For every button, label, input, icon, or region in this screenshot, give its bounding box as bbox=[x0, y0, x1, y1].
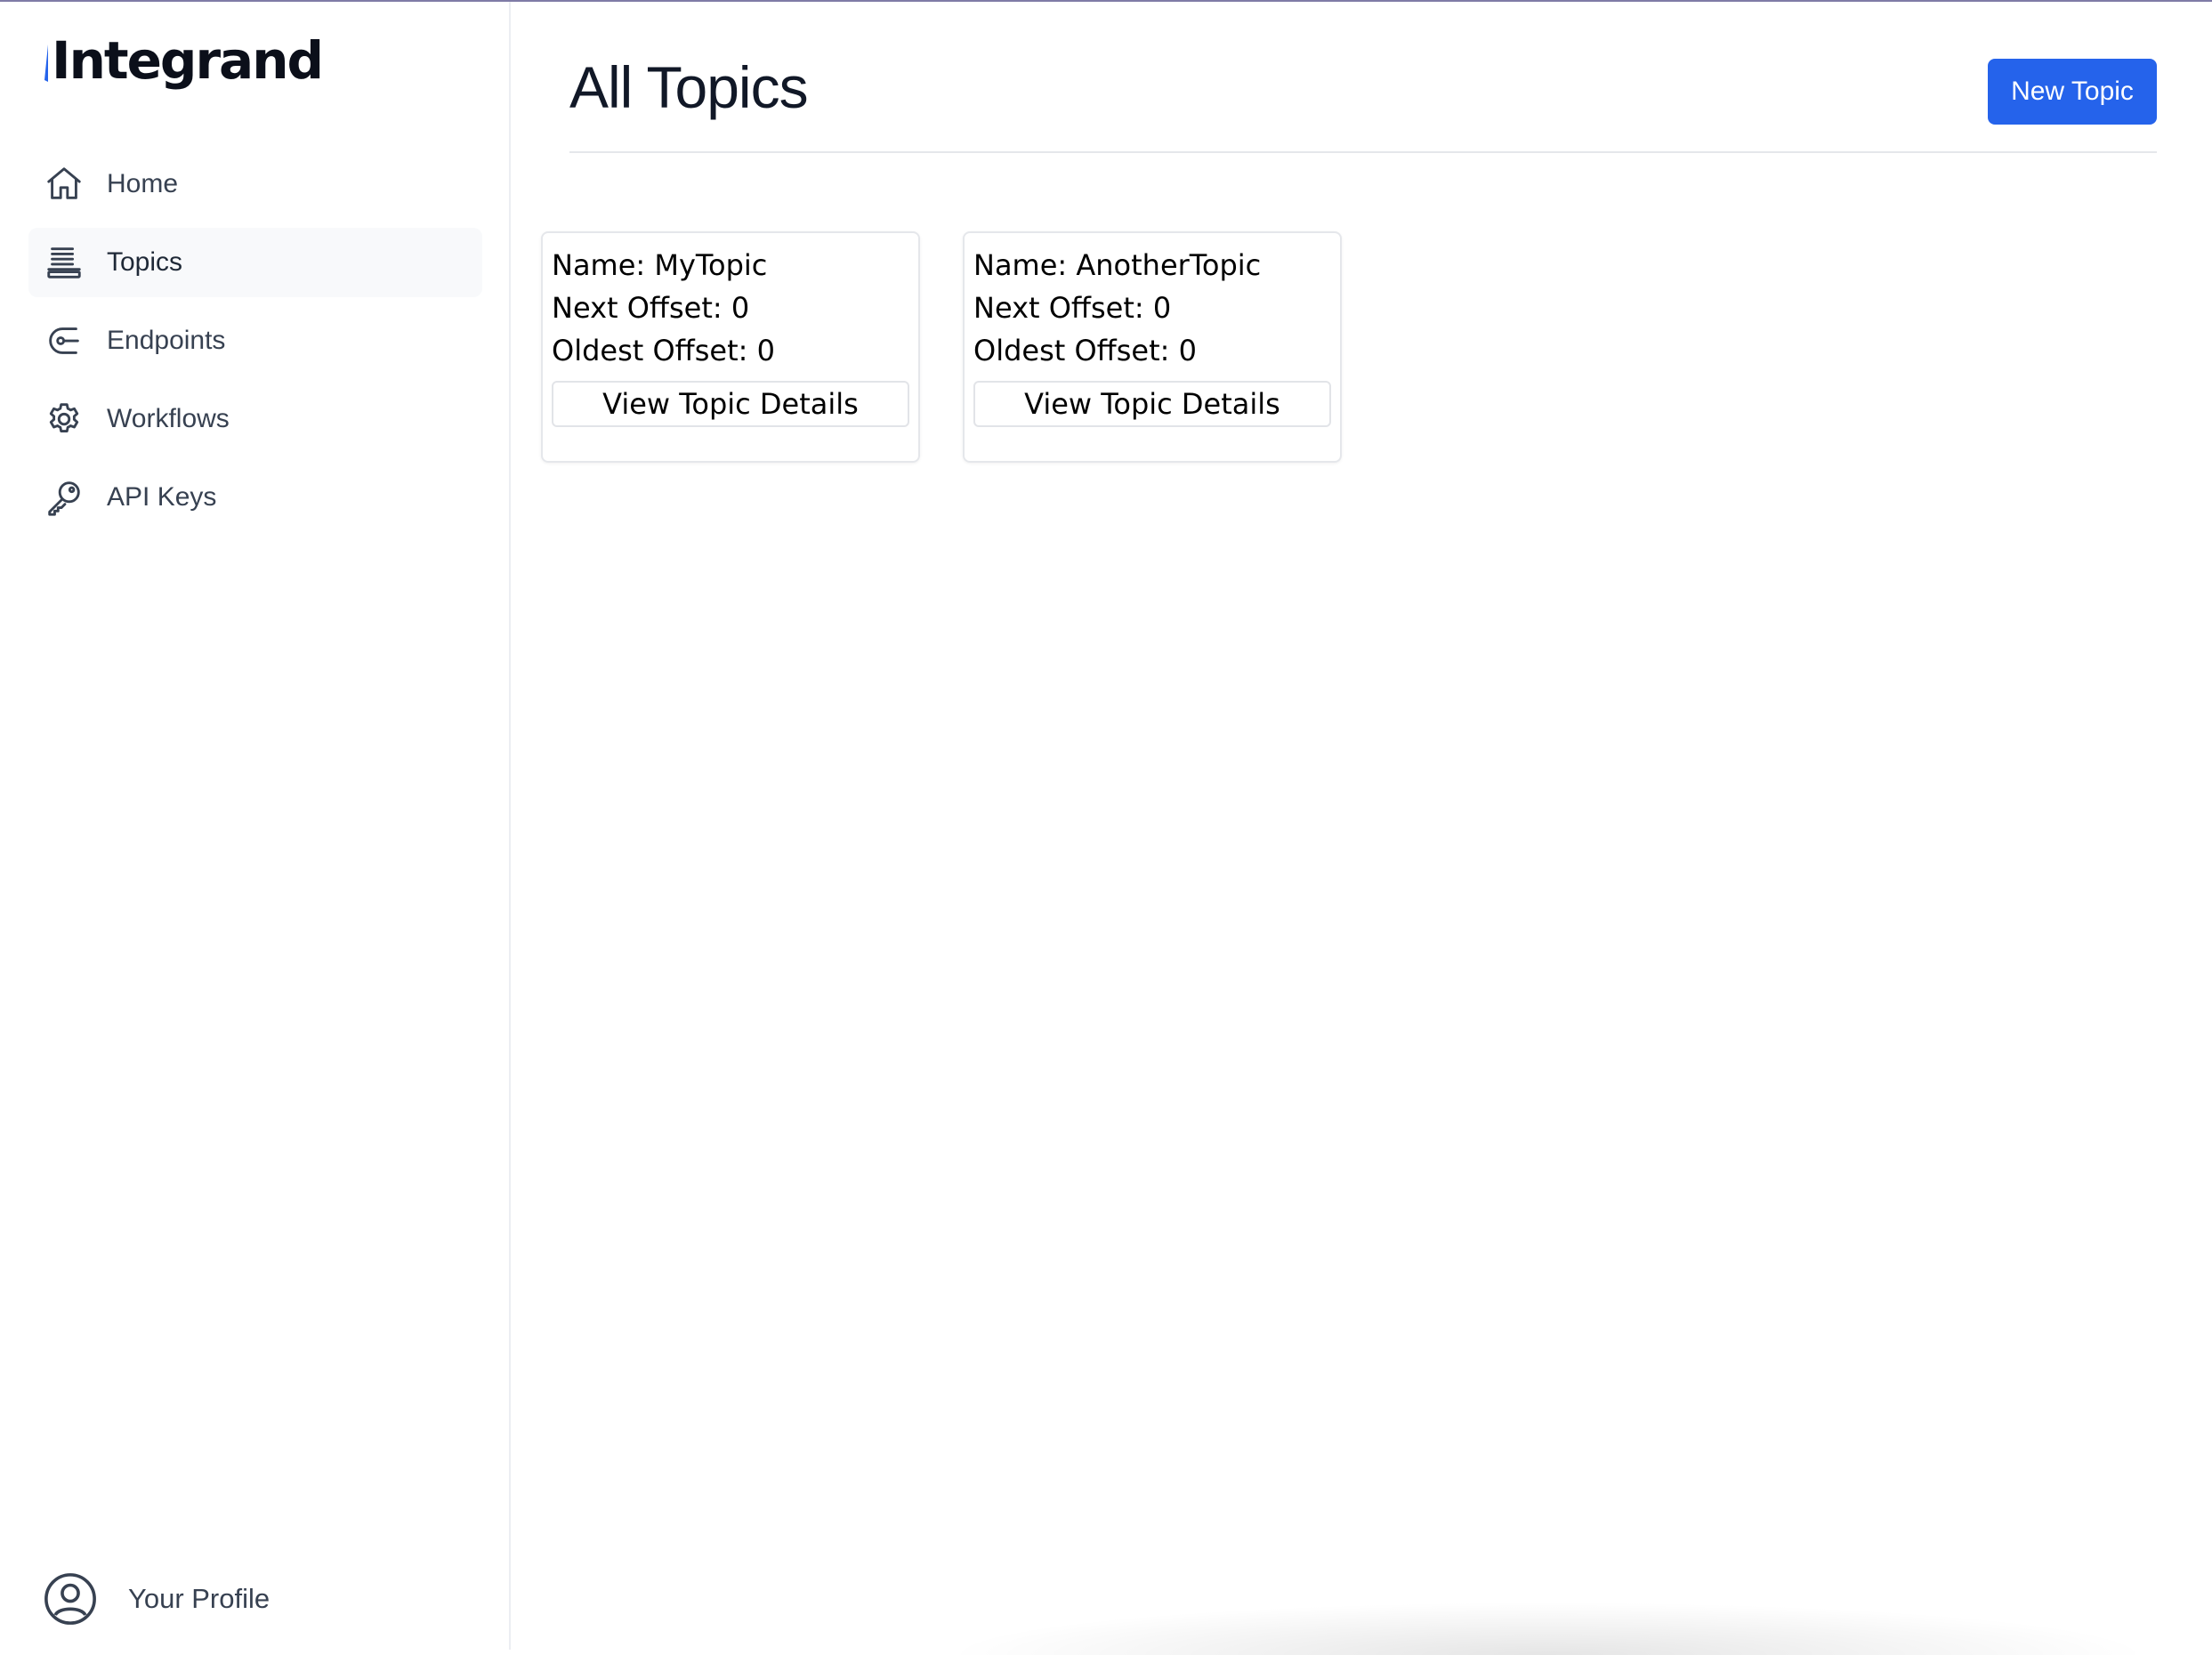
user-avatar-icon bbox=[43, 1571, 98, 1627]
key-icon bbox=[43, 476, 85, 519]
sidebar-item-label: Home bbox=[107, 169, 179, 198]
sidebar-item-api-keys[interactable]: API Keys bbox=[28, 463, 482, 532]
sidebar: Integrand Home Topics Endpoints Workflow… bbox=[0, 2, 511, 1650]
sidebar-item-label: Topics bbox=[107, 247, 183, 277]
view-topic-details-button[interactable]: View Topic Details bbox=[552, 381, 909, 427]
window-bottom-shadow bbox=[943, 1602, 2153, 1655]
topic-card: Name: AnotherTopic Next Offset: 0 Oldest… bbox=[963, 231, 1342, 463]
logo-mark-icon bbox=[43, 36, 52, 85]
logo[interactable]: Integrand bbox=[43, 25, 324, 96]
new-topic-button[interactable]: New Topic bbox=[1988, 59, 2157, 125]
sidebar-item-label: Endpoints bbox=[107, 326, 226, 355]
sidebar-item-workflows[interactable]: Workflows bbox=[28, 384, 482, 454]
topic-next-offset: Next Offset: 0 bbox=[552, 291, 750, 325]
sidebar-item-endpoints[interactable]: Endpoints bbox=[28, 306, 482, 375]
gear-icon bbox=[43, 398, 85, 440]
topic-oldest-offset: Oldest Offset: 0 bbox=[973, 334, 1197, 367]
topic-oldest-offset: Oldest Offset: 0 bbox=[552, 334, 775, 367]
main-content: All Topics New Topic Name: MyTopic Next … bbox=[511, 2, 2212, 1650]
sidebar-item-topics[interactable]: Topics bbox=[28, 228, 482, 297]
header-divider bbox=[569, 151, 2157, 153]
sidebar-item-label: API Keys bbox=[107, 482, 217, 512]
home-icon bbox=[43, 163, 85, 206]
endpoint-icon bbox=[43, 319, 85, 362]
sidebar-nav: Home Topics Endpoints Workflows API Keys bbox=[28, 149, 482, 541]
topic-card-list: Name: MyTopic Next Offset: 0 Oldest Offs… bbox=[541, 231, 1385, 463]
sidebar-item-home[interactable]: Home bbox=[28, 149, 482, 219]
topic-name: Name: AnotherTopic bbox=[973, 248, 1262, 282]
topic-next-offset: Next Offset: 0 bbox=[973, 291, 1172, 325]
profile-link[interactable]: Your Profile bbox=[43, 1571, 270, 1627]
topic-card: Name: MyTopic Next Offset: 0 Oldest Offs… bbox=[541, 231, 920, 463]
sidebar-item-label: Workflows bbox=[107, 404, 230, 433]
view-topic-details-button[interactable]: View Topic Details bbox=[973, 381, 1331, 427]
page-title: All Topics bbox=[569, 54, 809, 120]
profile-label: Your Profile bbox=[128, 1583, 270, 1614]
stack-icon bbox=[43, 241, 85, 284]
logo-text: Integrand bbox=[52, 30, 324, 91]
topic-name: Name: MyTopic bbox=[552, 248, 768, 282]
